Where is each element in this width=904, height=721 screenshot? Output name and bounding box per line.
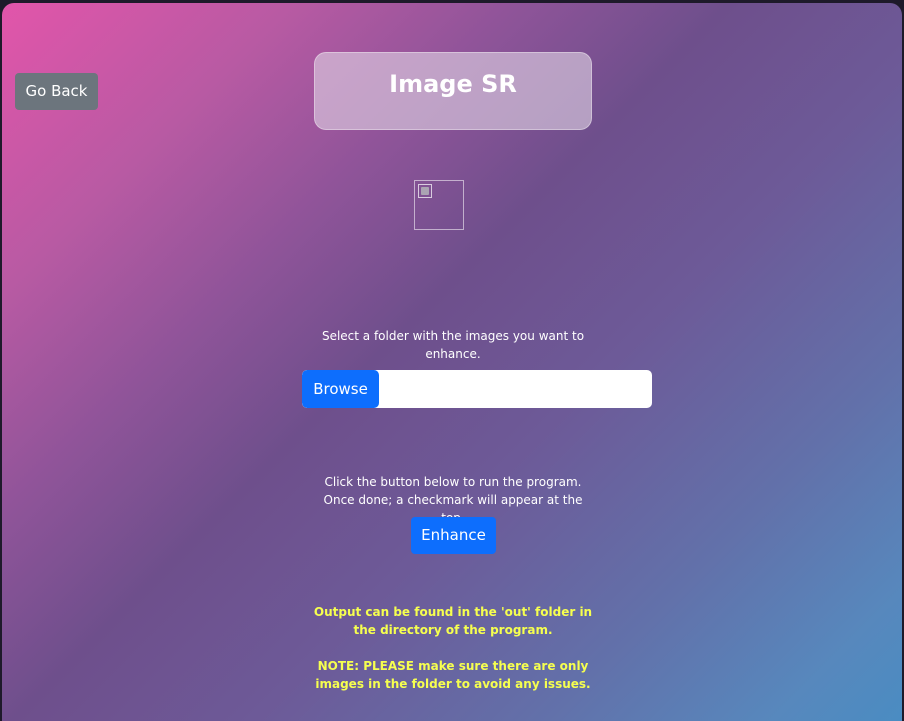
browse-button[interactable]: Browse: [302, 370, 379, 408]
output-location-note: Output can be found in the 'out' folder …: [313, 605, 593, 637]
go-back-button[interactable]: Go Back: [15, 73, 98, 110]
warning-note: NOTE: PLEASE make sure there are only im…: [315, 659, 591, 691]
image-placeholder-glyph: [418, 184, 432, 198]
enhance-button[interactable]: Enhance: [411, 517, 496, 554]
app-window: Go Back Image SR Select a folder with th…: [2, 3, 902, 721]
folder-picker[interactable]: Browse: [302, 370, 652, 408]
broken-image-icon: [414, 180, 464, 230]
selected-folder-field[interactable]: [379, 370, 652, 408]
page-title: Image SR: [389, 70, 517, 98]
folder-instructions: Select a folder with the images you want…: [321, 329, 585, 361]
title-card: Image SR: [314, 52, 592, 130]
